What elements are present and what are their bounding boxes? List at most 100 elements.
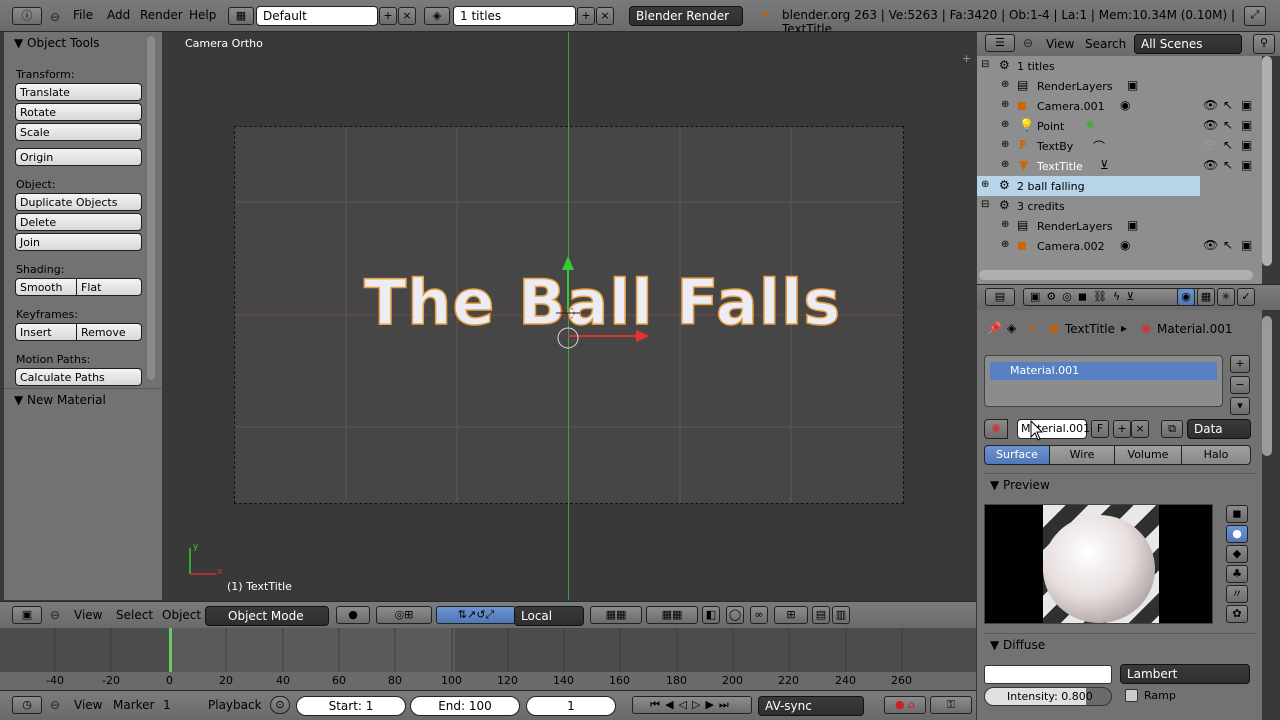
- transform-manipulator[interactable]: [540, 250, 660, 355]
- texture-tab-icon[interactable]: ▦: [1197, 288, 1215, 306]
- diffuse-color-swatch[interactable]: [984, 665, 1112, 684]
- menu-view[interactable]: View: [74, 608, 102, 622]
- expand-icon[interactable]: ⊟: [981, 199, 989, 210]
- editor-type-button[interactable]: ◷: [12, 696, 42, 714]
- collapse-icon[interactable]: ⊖: [50, 698, 60, 712]
- editor-type-button[interactable]: ☰: [985, 34, 1015, 52]
- snap-toggle-icon[interactable]: ∞: [750, 606, 768, 624]
- snap-element-icon[interactable]: ⊞: [774, 606, 808, 624]
- preview-monkey-icon[interactable]: ♣: [1226, 565, 1248, 583]
- preview-hair-icon[interactable]: 〃: [1226, 585, 1248, 603]
- menu-frame[interactable]: 1: [163, 698, 171, 712]
- selectable-arrow-icon[interactable]: ↖: [1223, 138, 1233, 152]
- editor-type-button[interactable]: ⓘ: [12, 7, 42, 25]
- scale-button[interactable]: Scale: [15, 123, 142, 141]
- preview-cube-icon[interactable]: ◆: [1226, 545, 1248, 563]
- join-button[interactable]: Join: [15, 233, 142, 251]
- remove-slot-icon[interactable]: −: [1230, 376, 1250, 394]
- material-slots-list[interactable]: Material.001: [984, 355, 1223, 407]
- copy-material-icon[interactable]: ⧉: [1161, 420, 1183, 438]
- sync-mode-select[interactable]: AV-sync: [758, 696, 864, 716]
- region-expand-icon[interactable]: +: [962, 52, 971, 65]
- outliner-row[interactable]: ⊕ ▤ RenderLayers ▣: [977, 216, 1262, 236]
- browse-material-icon[interactable]: ◉: [984, 419, 1008, 439]
- translate-button[interactable]: Translate: [15, 83, 142, 101]
- render-image-icon[interactable]: ▤: [812, 606, 830, 624]
- preview-sky-icon[interactable]: ✿: [1226, 605, 1248, 623]
- insert-keyframe-button[interactable]: Insert: [15, 323, 77, 341]
- render-engine-select[interactable]: Blender Render: [629, 6, 743, 26]
- scene-field[interactable]: 1 titles: [453, 6, 576, 26]
- renderable-camera-icon[interactable]: ▣: [1241, 238, 1252, 252]
- renderable-camera-icon[interactable]: ▣: [1241, 98, 1252, 112]
- menu-view[interactable]: View: [74, 698, 102, 712]
- selectable-arrow-icon[interactable]: ↖: [1223, 98, 1233, 112]
- renderable-camera-icon[interactable]: ▣: [1241, 138, 1252, 152]
- menu-marker[interactable]: Marker: [113, 698, 154, 712]
- timeline-editor[interactable]: -40 -20 0 20 40 60 80 100 120 140 160 18…: [0, 628, 976, 690]
- renderable-camera-icon[interactable]: ▣: [1241, 158, 1252, 172]
- physics-tab-icon[interactable]: ✓: [1237, 288, 1255, 306]
- menu-render[interactable]: Render: [140, 8, 183, 22]
- expand-icon[interactable]: ⊕: [1001, 79, 1009, 90]
- render-anim-icon[interactable]: ▥: [832, 606, 850, 624]
- visibility-eye-icon[interactable]: 👁: [1203, 158, 1218, 172]
- screen-layout-icon[interactable]: ▦: [228, 7, 254, 25]
- add-material-icon[interactable]: +: [1113, 420, 1131, 438]
- expand-icon[interactable]: ⊕: [1001, 139, 1009, 150]
- selectable-arrow-icon[interactable]: ↖: [1223, 118, 1233, 132]
- layers-grid2-icon[interactable]: ▦▦: [646, 606, 698, 624]
- expand-icon[interactable]: ⊕: [981, 179, 989, 190]
- rotate-button[interactable]: Rotate: [15, 103, 142, 121]
- particles-tab-icon[interactable]: ✳: [1217, 288, 1235, 306]
- menu-select[interactable]: Select: [116, 608, 153, 622]
- current-frame-indicator[interactable]: [169, 628, 172, 672]
- menu-object[interactable]: Object: [162, 608, 201, 622]
- expand-icon[interactable]: ⊟: [981, 59, 989, 70]
- outliner-row[interactable]: ⊕ ▤ RenderLayers ▣: [977, 76, 1262, 96]
- expand-icon[interactable]: ⊕: [1001, 159, 1009, 170]
- scene-icon[interactable]: ◈: [424, 7, 450, 25]
- tab-wire[interactable]: Wire: [1049, 445, 1115, 465]
- flat-button[interactable]: Flat: [76, 278, 142, 296]
- playback-controls-icon[interactable]: ⏮◀◁▷▶⏭: [632, 696, 752, 714]
- menu-file[interactable]: File: [73, 8, 93, 22]
- display-mode-select[interactable]: All Scenes: [1134, 34, 1242, 54]
- material-tab-icon[interactable]: ◉: [1177, 288, 1195, 306]
- transform-orientation-select[interactable]: Local: [514, 606, 584, 626]
- outliner-row[interactable]: ⊕ ⚙ 2 ball falling: [977, 176, 1262, 196]
- editor-type-button[interactable]: ▤: [985, 288, 1015, 306]
- preview-sphere-icon[interactable]: ●: [1226, 525, 1248, 543]
- outliner-row[interactable]: ⊟ ⚙ 3 credits: [977, 196, 1262, 216]
- preview-panel-header[interactable]: ▼ Preview: [984, 473, 1256, 495]
- outliner-tree[interactable]: ⊟ ⚙ 1 titles ⊕ ▤ RenderLayers ▣ ⊕ ◼ Camera.001 ◉…: [977, 56, 1262, 284]
- expand-icon[interactable]: ⊕: [1001, 119, 1009, 130]
- pin-icon[interactable]: 📌: [987, 321, 1002, 335]
- menu-search[interactable]: Search: [1085, 37, 1126, 51]
- link-select[interactable]: Data: [1187, 419, 1251, 439]
- diffuse-shader-select[interactable]: Lambert: [1120, 664, 1250, 684]
- expand-icon[interactable]: ⊕: [1001, 219, 1009, 230]
- smooth-button[interactable]: Smooth: [15, 278, 77, 296]
- editor-type-button[interactable]: ▣: [12, 606, 42, 624]
- calculate-paths-button[interactable]: Calculate Paths: [15, 368, 142, 386]
- outliner-row[interactable]: ⊕ 💡 Point ✺ 👁 ↖ ▣: [977, 116, 1262, 136]
- renderable-camera-icon[interactable]: ▣: [1241, 118, 1252, 132]
- material-slot[interactable]: Material.001: [990, 362, 1217, 380]
- pivot-point-icon[interactable]: ◎⊞: [376, 606, 432, 624]
- manipulator-toggle-icon[interactable]: ⇅↗↺⤢: [436, 606, 516, 624]
- remove-keyframe-button[interactable]: Remove: [76, 323, 142, 341]
- menu-view[interactable]: View: [1046, 37, 1074, 51]
- diffuse-panel-header[interactable]: ▼ Diffuse: [984, 633, 1256, 655]
- viewport-shading-icon[interactable]: ●: [336, 606, 370, 624]
- fullscreen-icon[interactable]: ⤢: [1244, 6, 1266, 26]
- outliner-h-scrollbar[interactable]: [979, 270, 1253, 280]
- add-slot-icon[interactable]: +: [1230, 355, 1250, 373]
- expand-icon[interactable]: ⊕: [1001, 99, 1009, 110]
- collapse-icon[interactable]: ⊖: [50, 10, 60, 24]
- layers-grid-icon[interactable]: ▦▦: [590, 606, 642, 624]
- mode-select[interactable]: Object Mode: [205, 606, 329, 626]
- keying-set-icon[interactable]: ⚿: [930, 696, 972, 714]
- menu-add[interactable]: Add: [107, 8, 130, 22]
- add-scene-icon[interactable]: +: [577, 7, 595, 25]
